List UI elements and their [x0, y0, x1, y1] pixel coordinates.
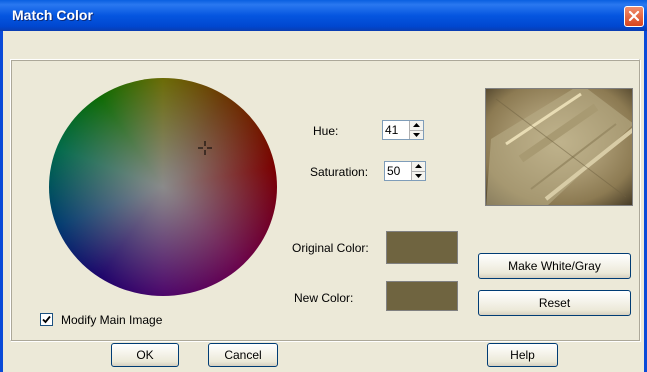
new-color-label: New Color: [294, 291, 354, 305]
saturation-spin-down-button[interactable] [411, 171, 425, 180]
arrow-down-icon [415, 174, 422, 178]
preview-image [486, 89, 632, 205]
hue-input[interactable] [385, 122, 409, 138]
modify-main-image-checkbox[interactable] [40, 313, 53, 326]
saturation-input[interactable] [387, 163, 411, 179]
hue-spinner[interactable] [382, 120, 424, 140]
color-wheel[interactable] [49, 78, 277, 296]
image-preview [485, 88, 633, 206]
crosshair-icon [198, 141, 212, 155]
close-x-icon [628, 10, 640, 22]
window-frame-left [0, 31, 3, 372]
checkmark-icon [42, 315, 51, 324]
ok-button[interactable]: OK [111, 343, 179, 367]
help-button[interactable]: Help [487, 343, 558, 367]
arrow-down-icon [413, 133, 420, 137]
arrow-up-icon [413, 123, 420, 127]
saturation-label: Saturation: [310, 165, 369, 179]
cancel-button[interactable]: Cancel [208, 343, 278, 367]
new-color-swatch [386, 281, 458, 311]
saturation-spin-up-button[interactable] [411, 162, 425, 171]
original-color-label: Original Color: [292, 241, 369, 255]
reset-button[interactable]: Reset [478, 290, 631, 316]
saturation-spinner[interactable] [384, 161, 426, 181]
window-title: Match Color [12, 7, 93, 23]
modify-main-image-label[interactable]: Modify Main Image [61, 313, 162, 327]
arrow-up-icon [415, 164, 422, 168]
original-color-swatch [386, 231, 458, 264]
hue-spin-up-button[interactable] [409, 121, 423, 130]
make-white-gray-button[interactable]: Make White/Gray [478, 253, 631, 279]
close-button[interactable] [624, 6, 644, 27]
hue-spin-down-button[interactable] [409, 130, 423, 139]
hue-label: Hue: [313, 124, 339, 138]
title-bar[interactable]: Match Color [0, 0, 647, 31]
